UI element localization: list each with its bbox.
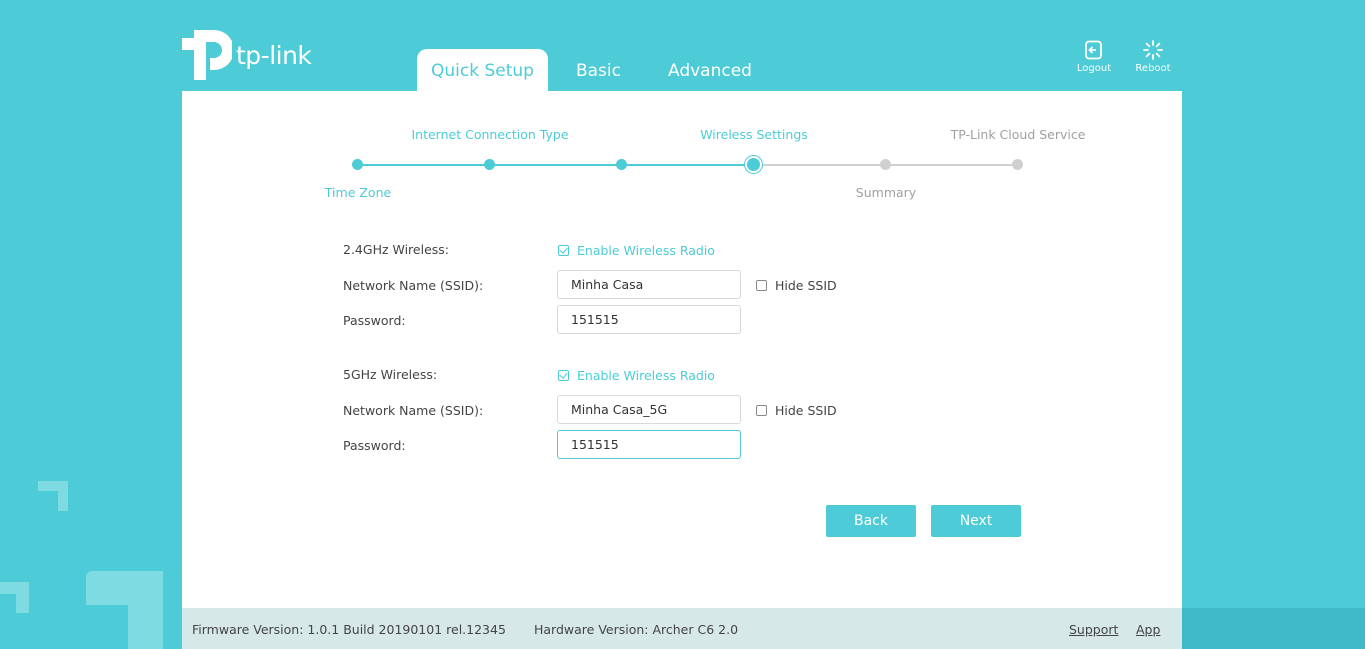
reboot-button[interactable]: Reboot [1128, 40, 1178, 74]
band5-hide-ssid-checkbox[interactable]: Hide SSID [756, 403, 837, 418]
main-nav-tabs: Quick Setup Basic Advanced [417, 49, 780, 91]
background-decoration [38, 481, 68, 511]
band24-section-label: 2.4GHz Wireless: [343, 242, 450, 257]
tab-quick-setup[interactable]: Quick Setup [417, 49, 548, 91]
step-dot-wireless-settings [747, 158, 760, 171]
checkbox-checked-icon [558, 370, 569, 381]
logout-button[interactable]: Logout [1069, 40, 1119, 74]
band5-password-label: Password: [343, 438, 406, 453]
hardware-version: Hardware Version: Archer C6 2.0 [534, 622, 739, 637]
step-dot-summary [880, 159, 891, 170]
band24-enable-radio-label: Enable Wireless Radio [577, 243, 715, 258]
reboot-label: Reboot [1135, 63, 1171, 74]
tab-advanced[interactable]: Advanced [654, 49, 766, 91]
step-label-internet-connection-type: Internet Connection Type [411, 127, 569, 142]
logout-icon [1085, 40, 1102, 60]
footer-side-band [1182, 608, 1365, 649]
tp-link-logo: tp-link [182, 30, 312, 80]
step-label-time-zone: Time Zone [324, 185, 392, 200]
band24-hide-ssid-label: Hide SSID [775, 278, 837, 293]
band24-ssid-label: Network Name (SSID): [343, 278, 484, 293]
tp-link-logo-icon [182, 30, 232, 80]
firmware-version: Firmware Version: 1.0.1 Build 20190101 r… [192, 622, 506, 637]
tab-basic[interactable]: Basic [562, 49, 635, 91]
stepper-progress-line [357, 164, 754, 166]
step-dot-step-3 [616, 159, 627, 170]
wizard-stepper: Time Zone Internet Connection Type Wirel… [182, 91, 1182, 211]
checkbox-unchecked-icon [756, 280, 767, 291]
step-dot-tp-link-cloud-service [1012, 159, 1023, 170]
checkbox-unchecked-icon [756, 405, 767, 416]
band24-password-label: Password: [343, 313, 406, 328]
step-label-wireless-settings: Wireless Settings [700, 127, 808, 142]
band5-password-input[interactable] [557, 430, 741, 459]
step-label-tp-link-cloud-service: TP-Link Cloud Service [950, 127, 1086, 142]
reboot-icon [1143, 40, 1163, 60]
band5-ssid-input[interactable] [557, 395, 741, 424]
back-button[interactable]: Back [826, 505, 916, 537]
footer: Firmware Version: 1.0.1 Build 20190101 r… [182, 608, 1182, 649]
background-decoration [0, 582, 29, 613]
band5-hide-ssid-label: Hide SSID [775, 403, 837, 418]
support-link[interactable]: Support [1069, 622, 1118, 637]
band5-enable-radio-label: Enable Wireless Radio [577, 368, 715, 383]
band24-ssid-input[interactable] [557, 270, 741, 299]
checkbox-checked-icon [558, 245, 569, 256]
next-button[interactable]: Next [931, 505, 1021, 537]
band24-password-input[interactable] [557, 305, 741, 334]
band5-enable-radio-checkbox[interactable]: Enable Wireless Radio [558, 368, 715, 383]
step-dot-time-zone [352, 159, 363, 170]
background-decoration [86, 571, 163, 649]
band24-enable-radio-checkbox[interactable]: Enable Wireless Radio [558, 243, 715, 258]
logout-label: Logout [1076, 63, 1112, 74]
band5-ssid-label: Network Name (SSID): [343, 403, 484, 418]
band5-section-label: 5GHz Wireless: [343, 367, 438, 382]
logo-text: tp-link [236, 40, 312, 70]
step-dot-internet-connection-type [484, 159, 495, 170]
app-link[interactable]: App [1136, 622, 1160, 637]
band24-hide-ssid-checkbox[interactable]: Hide SSID [756, 278, 837, 293]
step-label-summary: Summary [855, 185, 917, 200]
main-panel: Time Zone Internet Connection Type Wirel… [182, 91, 1182, 608]
